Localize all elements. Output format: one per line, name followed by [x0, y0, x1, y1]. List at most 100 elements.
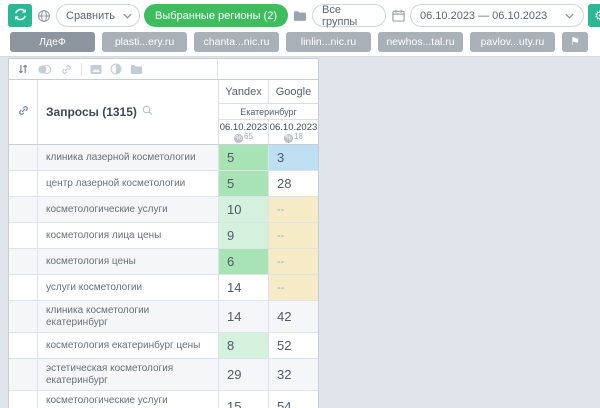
table-row[interactable]: клиника лазерной косметологии 5 3	[9, 145, 318, 171]
query-label: косметология екатеринбург цены	[37, 333, 218, 358]
domain-tab-label: chanta...nic.ru	[204, 36, 270, 48]
row-select-cell[interactable]	[9, 275, 37, 300]
table-row[interactable]: косметология цены 6 --	[9, 249, 318, 275]
google-percent-value: 18	[294, 132, 303, 141]
yandex-position-cell: 10	[218, 197, 268, 222]
row-select-cell[interactable]	[9, 145, 37, 170]
domain-tab[interactable]: pavlov...uty.ru	[470, 32, 555, 52]
google-position-cell: --	[268, 223, 318, 248]
google-column-header[interactable]: Google	[268, 80, 318, 104]
link-column-header[interactable]	[9, 80, 37, 144]
google-date-header[interactable]: 06.10.2023 % 18	[268, 120, 318, 144]
query-label: косметология цены	[37, 249, 218, 274]
table-row[interactable]: клиника косметологии екатеринбург 14 42	[9, 301, 318, 333]
gear-icon: ⚙	[594, 9, 600, 22]
flag-icon: ⚑	[570, 36, 580, 48]
groups-dropdown[interactable]: Все группы	[312, 4, 386, 27]
toolbar-separator	[81, 63, 82, 75]
table-row[interactable]: косметологические услуги екатеринбург 15…	[9, 391, 318, 408]
domain-tab[interactable]: plasti...ery.ru	[102, 32, 187, 52]
yandex-position-cell: 29	[218, 359, 268, 390]
selected-regions-button[interactable]: Выбранные регионы (2)	[144, 4, 288, 27]
groups-dropdown-label: Все группы	[322, 4, 376, 28]
google-position-cell: 42	[268, 301, 318, 332]
table-row[interactable]: центр лазерной косметологии 5 28	[9, 171, 318, 197]
queries-header-label: Запросы (1315)	[46, 105, 137, 119]
query-label: эстетическая косметология екатеринбург	[37, 359, 218, 390]
screenshot-icon[interactable]	[90, 64, 102, 75]
positions-table: Запросы (1315) Yandex Google Екатеринбур…	[8, 58, 319, 408]
calendar-icon[interactable]	[390, 9, 406, 22]
yandex-position-cell: 15	[218, 391, 268, 408]
folder-archive-icon[interactable]	[130, 64, 143, 75]
yandex-position-cell: 6	[218, 249, 268, 274]
table-row[interactable]: косметологические услуги 10 --	[9, 197, 318, 223]
table-body: клиника лазерной косметологии 5 3 центр …	[9, 145, 318, 408]
domain-tab[interactable]: ЛдеФ	[10, 32, 95, 52]
domain-tab[interactable]: newhos...tal.ru	[378, 32, 463, 52]
yandex-position-cell: 14	[218, 301, 268, 332]
row-select-cell[interactable]	[9, 301, 37, 332]
folder-icon[interactable]	[292, 10, 308, 22]
compare-dropdown[interactable]: Сравнить	[56, 4, 140, 27]
row-select-cell[interactable]	[9, 391, 37, 408]
refresh-icon	[14, 8, 27, 23]
yandex-column-header[interactable]: Yandex	[218, 80, 268, 104]
region-header[interactable]: Екатеринбург	[218, 104, 318, 120]
table-row[interactable]: эстетическая косметология екатеринбург 2…	[9, 359, 318, 391]
google-position-cell: 54	[268, 391, 318, 408]
google-position-cell: --	[268, 197, 318, 222]
google-position-cell: 28	[268, 171, 318, 196]
yandex-date-header[interactable]: 06.10.2023 % 65	[218, 120, 268, 144]
table-row[interactable]: косметология лица цены 9 --	[9, 223, 318, 249]
domain-tab[interactable]: chanta...nic.ru	[194, 32, 279, 52]
sort-icon[interactable]	[17, 63, 29, 75]
date-range-dropdown[interactable]: 06.10.2023 — 06.10.2023	[410, 4, 584, 27]
search-icon[interactable]	[142, 105, 153, 119]
compare-dropdown-label: Сравнить	[66, 10, 115, 22]
domain-tab[interactable]: linlin...nic.ru	[286, 32, 371, 52]
query-label: клиника лазерной косметологии	[37, 145, 218, 170]
domain-tab-label: ЛдеФ	[39, 36, 66, 48]
settings-button[interactable]: ⚙	[588, 4, 600, 27]
percent-icon: %	[284, 134, 293, 143]
query-label: клиника косметологии екатеринбург	[37, 301, 218, 332]
google-position-cell: --	[268, 249, 318, 274]
link-icon	[17, 104, 30, 120]
yandex-position-cell: 14	[218, 275, 268, 300]
refresh-button[interactable]	[8, 4, 32, 27]
globe-icon[interactable]	[36, 9, 52, 23]
table-toolbar-tools	[9, 59, 218, 79]
query-label: косметологические услуги екатеринбург	[37, 391, 218, 408]
contrast-icon[interactable]	[110, 63, 122, 75]
row-select-cell[interactable]	[9, 359, 37, 390]
query-label: косметологические услуги	[37, 197, 218, 222]
table-row[interactable]: косметология екатеринбург цены 8 52	[9, 333, 318, 359]
yandex-header-label: Yandex	[225, 86, 262, 98]
merge-circles-icon[interactable]	[37, 64, 52, 75]
top-toolbar: Сравнить Выбранные регионы (2) Все групп…	[0, 0, 600, 31]
queries-column-header[interactable]: Запросы (1315)	[37, 80, 218, 144]
yandex-position-cell: 5	[218, 145, 268, 170]
yandex-position-cell: 9	[218, 223, 268, 248]
row-select-cell[interactable]	[9, 333, 37, 358]
row-select-cell[interactable]	[9, 223, 37, 248]
date-range-label: 06.10.2023 — 06.10.2023	[420, 10, 547, 22]
region-label: Екатеринбург	[240, 107, 297, 117]
table-row[interactable]: услуги косметологии 14 --	[9, 275, 318, 301]
google-header-label: Google	[276, 86, 311, 98]
yandex-percent-value: 65	[244, 132, 253, 141]
yandex-position-cell: 5	[218, 171, 268, 196]
domain-tab-label: newhos...tal.ru	[386, 36, 454, 48]
percent-icon: %	[234, 134, 243, 143]
flag-button[interactable]: ⚑	[562, 32, 588, 52]
google-position-cell: --	[268, 275, 318, 300]
link-icon[interactable]	[60, 63, 73, 76]
row-select-cell[interactable]	[9, 171, 37, 196]
google-position-cell: 3	[268, 145, 318, 170]
chevron-down-icon	[123, 13, 132, 19]
domain-tab-label: pavlov...uty.ru	[481, 36, 545, 48]
domain-tab-label: plasti...ery.ru	[115, 36, 174, 48]
row-select-cell[interactable]	[9, 197, 37, 222]
row-select-cell[interactable]	[9, 249, 37, 274]
